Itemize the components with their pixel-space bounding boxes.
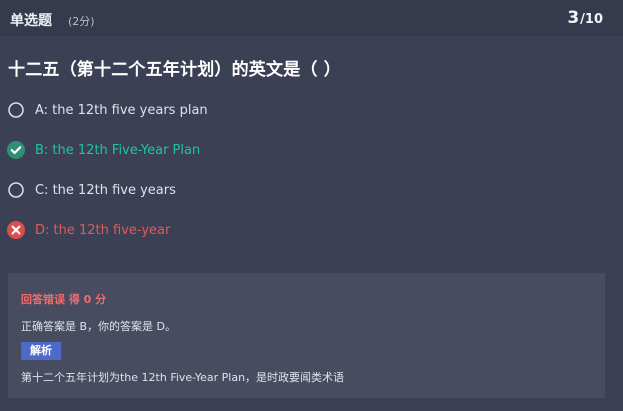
check-circle-icon <box>7 141 25 159</box>
option-d[interactable]: D: the 12th five-year <box>6 219 426 241</box>
option-b-label: B: the 12th Five-Year Plan <box>35 142 201 158</box>
analysis-badge: 解析 <box>21 342 61 360</box>
option-c[interactable]: C: the 12th five years <box>6 179 426 201</box>
total-question-count: /10 <box>580 12 603 27</box>
question-counter: 3 /10 <box>567 8 603 28</box>
option-a[interactable]: A: the 12th five years plan <box>6 99 426 121</box>
answer-explanation-panel: 回答错误 得 0 分 正确答案是 B，你的答案是 D。 解析 第十二个五年计划为… <box>8 273 605 398</box>
option-c-label: C: the 12th five years <box>35 182 176 198</box>
option-a-label: A: the 12th five years plan <box>35 102 208 118</box>
x-circle-icon <box>7 221 25 239</box>
radio-unselected-icon <box>8 182 24 198</box>
option-d-label: D: the 12th five-year <box>35 222 171 238</box>
radio-unselected-icon <box>8 102 24 118</box>
question-title: 十二五（第十二个五年计划）的英文是（ ） <box>8 60 341 80</box>
question-points: (2分) <box>68 15 95 28</box>
question-type-label: 单选题 <box>10 13 52 29</box>
quiz-header: 单选题 (2分) 3 /10 <box>0 0 623 36</box>
option-b[interactable]: B: the 12th Five-Year Plan <box>6 139 426 161</box>
current-question-number: 3 <box>567 8 580 28</box>
answer-summary: 正确答案是 B，你的答案是 D。 <box>21 320 177 333</box>
result-status: 回答错误 得 0 分 <box>21 293 107 306</box>
analysis-text: 第十二个五年计划为the 12th Five-Year Plan，是时政要闻类术… <box>21 371 345 384</box>
